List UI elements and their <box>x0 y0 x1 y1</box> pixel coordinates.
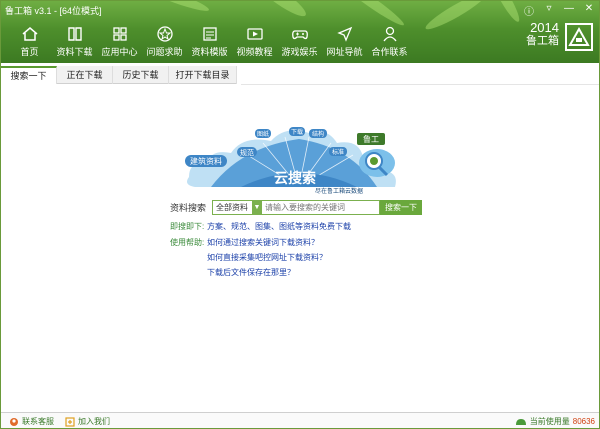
cloud-tag: 鲁工 <box>363 134 379 144</box>
headset-icon <box>10 417 18 426</box>
nav-navigation[interactable]: 网址导航 <box>322 25 367 61</box>
window-controls: ⓘ ▿ — ✕ <box>523 3 595 18</box>
close-button[interactable]: ✕ <box>583 3 595 18</box>
nav-label: 资料模版 <box>191 47 228 57</box>
cloud-tag: 结构 <box>312 130 324 138</box>
brand-logo-icon <box>565 23 593 51</box>
nav-label: 应用中心 <box>101 47 138 57</box>
main-nav: 首页 资料下载 应用中心 问题求助 资料模版 视频教程 游戏娱乐 网址导航 合作… <box>7 25 412 61</box>
cloud-title: 云搜索 <box>274 170 316 187</box>
template-icon <box>202 27 217 41</box>
usage-label: 当前使用量 <box>529 417 570 426</box>
nav-download[interactable]: 资料下载 <box>52 25 97 61</box>
nav-label: 视频教程 <box>236 47 273 57</box>
service-label: 联系客服 <box>22 417 54 426</box>
window-title: 鲁工箱 v3.1 - [64位模式] <box>5 6 102 16</box>
help-link[interactable]: 下载后文件保存在那里？ <box>207 267 295 278</box>
instant-download-row: 即搜即下: 方案、规范、图集、图纸等资料免费下载 <box>170 221 351 232</box>
cloud-tag: 下载 <box>291 128 303 136</box>
nav-label: 首页 <box>20 47 39 57</box>
nav-video[interactable]: 视频教程 <box>232 25 277 61</box>
book-icon <box>67 27 82 41</box>
cloud-tag: 规范 <box>240 148 254 157</box>
brand-year: 2014 <box>530 20 559 35</box>
search-button[interactable]: 搜索一下 <box>380 200 422 215</box>
help-link[interactable]: 如何通过搜索关键词下载资料？ <box>207 237 319 248</box>
help-link[interactable]: 如何直接采集吧控网址下载资料？ <box>207 252 327 263</box>
search-input[interactable] <box>262 200 380 215</box>
nav-templates[interactable]: 资料模版 <box>187 25 232 61</box>
menu-icon[interactable]: ▿ <box>543 3 555 18</box>
help-row: 使用帮助: 如何通过搜索关键词下载资料？ <box>170 237 319 248</box>
nav-home[interactable]: 首页 <box>7 25 52 61</box>
usage-counter: 当前使用量 80636 <box>515 416 595 427</box>
status-bar: 联系客服 加入我们 当前使用量 80636 <box>1 412 599 428</box>
brand-name: 鲁工箱 <box>526 35 559 47</box>
tab-downloading[interactable]: 正在下载 <box>57 66 113 84</box>
usage-value: 80636 <box>572 417 595 426</box>
brand: 2014 鲁工箱 <box>526 21 559 48</box>
service-link[interactable]: 联系客服 <box>9 416 54 427</box>
nav-help[interactable]: 问题求助 <box>142 25 187 61</box>
join-link[interactable]: 加入我们 <box>65 416 110 427</box>
app-window: 鲁工箱 v3.1 - [64位模式] ⓘ ▿ — ✕ 首页 资料下载 应用中心 … <box>0 0 600 429</box>
tab-divider <box>241 84 599 85</box>
nav-label: 资料下载 <box>56 47 93 57</box>
top-banner: 鲁工箱 v3.1 - [64位模式] ⓘ ▿ — ✕ 首页 资料下载 应用中心 … <box>1 1 599 63</box>
video-icon <box>246 28 263 40</box>
chevron-down-icon[interactable]: ▼ <box>252 200 262 215</box>
usage-icon <box>515 419 526 425</box>
category-select[interactable]: 全部资料 <box>212 200 252 215</box>
join-icon <box>65 416 75 427</box>
cloud-tag: 图纸 <box>257 130 269 138</box>
nav-label: 游戏娱乐 <box>281 47 318 57</box>
info-key: 即搜即下: <box>170 222 205 231</box>
join-label: 加入我们 <box>78 417 110 426</box>
gamepad-icon <box>291 30 308 40</box>
help-icon <box>156 26 173 42</box>
cloud-tag: 建筑资料 <box>190 156 222 166</box>
tab-search[interactable]: 搜索一下 <box>1 66 57 84</box>
cloud-subtitle: 尽在鲁工箱云数据 <box>315 187 363 195</box>
navigation-icon <box>336 26 352 42</box>
home-icon <box>22 27 37 41</box>
search-label: 资料搜索 <box>170 203 207 213</box>
cloud-search-logo: 鲁工 建筑资料 规范 图纸 下载 结构 标准 云搜索 尽在鲁工箱云数据 <box>185 127 396 195</box>
info-key: 使用帮助: <box>170 238 205 247</box>
nav-games[interactable]: 游戏娱乐 <box>277 25 322 61</box>
skin-icon[interactable]: ⓘ <box>523 3 535 18</box>
nav-label: 问题求助 <box>146 47 183 57</box>
instant-download-link[interactable]: 方案、规范、图集、图纸等资料免费下载 <box>207 221 351 232</box>
tab-open-folder[interactable]: 打开下载目录 <box>169 66 237 84</box>
tab-history[interactable]: 历史下载 <box>113 66 169 84</box>
tab-bar: 搜索一下 正在下载 历史下载 打开下载目录 <box>1 66 237 84</box>
search-row: 资料搜索 全部资料 ▼ 搜索一下 <box>170 200 422 215</box>
help-row: 如何直接采集吧控网址下载资料？ <box>207 252 327 263</box>
cloud-tag: 标准 <box>332 148 344 156</box>
minimize-button[interactable]: — <box>563 3 575 18</box>
nav-label: 网址导航 <box>326 47 363 57</box>
nav-apps[interactable]: 应用中心 <box>97 25 142 61</box>
nav-label: 合作联系 <box>371 47 408 57</box>
help-row: 下载后文件保存在那里？ <box>207 267 295 278</box>
grid-icon <box>112 27 127 41</box>
nav-contact[interactable]: 合作联系 <box>367 25 412 61</box>
contact-icon <box>382 26 397 42</box>
